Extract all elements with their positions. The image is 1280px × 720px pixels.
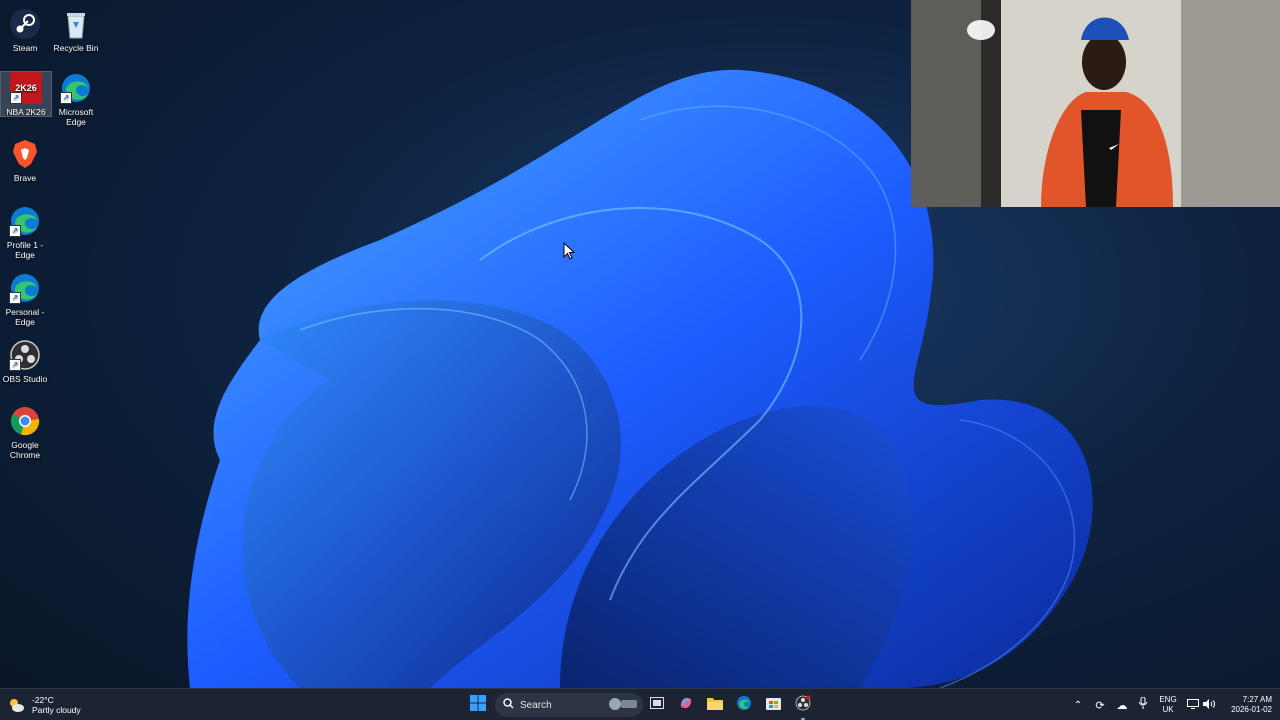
store-icon bbox=[765, 695, 781, 715]
copilot-icon bbox=[678, 695, 694, 716]
edge-icon: ↗ bbox=[9, 272, 41, 304]
desktop-icon-label: Microsoft Edge bbox=[58, 107, 94, 127]
search-highlight-icon bbox=[607, 696, 639, 715]
volume-icon bbox=[1203, 696, 1215, 714]
nba-2k26-icon: 2K26 ↗ bbox=[10, 72, 42, 104]
desktop-icon-personal-edge[interactable]: ↗ Personal - Edge bbox=[0, 272, 50, 327]
chevron-up-icon: ⌃ bbox=[1073, 699, 1083, 711]
brave-icon bbox=[9, 138, 41, 170]
desktop-icon-label: Steam bbox=[12, 43, 38, 53]
tray-network-button[interactable]: ☁ bbox=[1114, 693, 1130, 717]
copilot-button[interactable] bbox=[676, 693, 696, 717]
shortcut-arrow-icon: ↗ bbox=[60, 92, 72, 104]
shortcut-arrow-icon: ↗ bbox=[9, 225, 21, 237]
show-hidden-icons-button[interactable]: ⌃ bbox=[1072, 693, 1084, 717]
desktop-icon-label: Brave bbox=[13, 173, 37, 183]
display-icon bbox=[1187, 696, 1199, 714]
shortcut-arrow-icon: ↗ bbox=[10, 92, 22, 104]
obs-taskbar-button[interactable] bbox=[793, 693, 813, 720]
taskbar-search-box[interactable]: Search bbox=[495, 693, 643, 717]
start-button[interactable] bbox=[466, 693, 490, 717]
shortcut-arrow-icon: ↗ bbox=[9, 359, 21, 371]
cloud-icon: ☁ bbox=[1116, 699, 1128, 712]
edge-icon bbox=[736, 695, 752, 716]
desktop-icon-label: NBA 2K26 bbox=[6, 107, 46, 117]
weather-temperature: -22°C bbox=[32, 695, 54, 705]
desktop-icon-obs-studio[interactable]: ↗ OBS Studio bbox=[0, 339, 50, 384]
desktop-icon-recycle-bin[interactable]: Recycle Bin bbox=[51, 8, 101, 53]
steam-icon bbox=[9, 8, 41, 40]
tray-sync-button[interactable]: ⟳ bbox=[1092, 693, 1108, 717]
microphone-icon bbox=[1139, 696, 1147, 714]
mouse-cursor-icon bbox=[563, 242, 575, 260]
taskbar: -22°C Partly cloudy Search ⌃ ⟳ ☁ ENG UK … bbox=[0, 688, 1280, 720]
desktop-icon-brave[interactable]: Brave bbox=[0, 138, 50, 183]
tray-microphone-button[interactable] bbox=[1136, 693, 1150, 717]
clock[interactable]: 7:27 AM 2026-01-02 bbox=[1222, 693, 1272, 717]
weather-condition: Partly cloudy bbox=[32, 705, 81, 715]
sync-icon: ⟳ bbox=[1095, 699, 1105, 712]
windows-start-icon bbox=[470, 694, 486, 716]
weather-widget[interactable]: -22°C Partly cloudy bbox=[6, 693, 96, 717]
search-icon bbox=[503, 698, 514, 712]
obs-icon: ↗ bbox=[9, 339, 41, 371]
desktop-icon-label: OBS Studio bbox=[2, 374, 48, 384]
recycle-bin-icon bbox=[60, 8, 92, 40]
desktop-icon-microsoft-edge[interactable]: ↗ Microsoft Edge bbox=[51, 72, 101, 127]
desktop-icon-label: Profile 1 - Edge bbox=[6, 240, 44, 260]
clock-time: 7:27 AM bbox=[1242, 695, 1272, 704]
store-button[interactable] bbox=[763, 693, 783, 717]
webcam-overlay bbox=[911, 0, 1280, 207]
edge-icon: ↗ bbox=[9, 205, 41, 237]
desktop-icon-profile-1-edge[interactable]: ↗ Profile 1 - Edge bbox=[0, 205, 50, 260]
language-indicator[interactable]: ENG UK bbox=[1156, 693, 1180, 717]
desktop-icon-nba-2k26[interactable]: 2K26 ↗ NBA 2K26 bbox=[0, 71, 52, 117]
shortcut-arrow-icon: ↗ bbox=[9, 292, 21, 304]
chrome-icon bbox=[9, 405, 41, 437]
desktop-icon-label: Personal - Edge bbox=[5, 307, 45, 327]
file-explorer-button[interactable] bbox=[705, 693, 725, 717]
edge-icon: ↗ bbox=[60, 72, 92, 104]
edge-taskbar-button[interactable] bbox=[734, 693, 754, 717]
search-placeholder: Search bbox=[520, 699, 552, 711]
obs-icon bbox=[795, 695, 811, 716]
region-code: UK bbox=[1162, 705, 1174, 714]
clock-date: 2026-01-02 bbox=[1231, 705, 1272, 714]
desktop-icon-google-chrome[interactable]: Google Chrome bbox=[0, 405, 50, 460]
desktop-icon-label: Recycle Bin bbox=[53, 43, 99, 53]
tray-volume-button[interactable] bbox=[1202, 693, 1216, 717]
file-explorer-icon bbox=[707, 696, 723, 715]
weather-partly-cloudy-icon bbox=[6, 695, 26, 715]
tray-display-button[interactable] bbox=[1186, 693, 1200, 717]
desktop-icon-label: Google Chrome bbox=[9, 440, 41, 460]
language-code: ENG bbox=[1159, 695, 1177, 704]
task-view-button[interactable] bbox=[647, 693, 667, 717]
desktop-icon-steam[interactable]: Steam bbox=[0, 8, 50, 53]
task-view-icon bbox=[650, 696, 664, 714]
